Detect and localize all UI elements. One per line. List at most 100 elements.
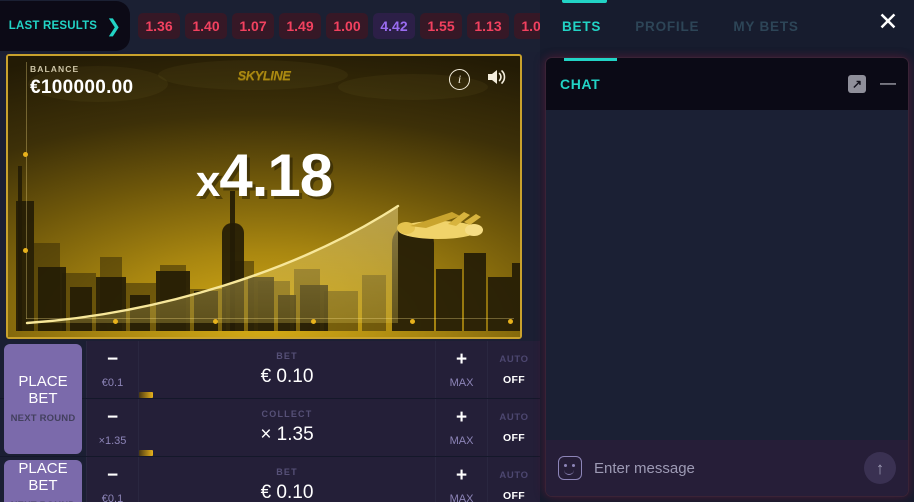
- value-caption: COLLECT: [261, 409, 313, 419]
- right-panel: BETS PROFILE MY BETS ✕ CHAT ↗ — ↑: [540, 0, 914, 502]
- last-result-chip[interactable]: 1.55: [420, 13, 462, 39]
- chat-tab-underline: [564, 58, 617, 61]
- multiplier-value: 4.18: [219, 142, 333, 209]
- decrement-button[interactable]: − €0.1: [86, 457, 138, 502]
- value-caption: BET: [276, 467, 298, 477]
- minus-icon: −: [106, 407, 119, 428]
- place-bet-line2: BET: [28, 476, 58, 494]
- balance-display: BALANCE €100000.00: [30, 64, 133, 99]
- game-column: LAST RESULTS ❯ 1.36 1.40 1.07 1.49 1.00 4.42 1…: [0, 0, 540, 502]
- balance-label: BALANCE: [30, 64, 80, 74]
- close-icon[interactable]: ✕: [870, 4, 906, 40]
- last-result-chip[interactable]: 1.07: [232, 13, 274, 39]
- chat-panel: CHAT ↗ — ↑: [546, 58, 908, 496]
- game-hud-icons: i: [449, 68, 508, 91]
- chat-header: CHAT ↗ —: [546, 58, 908, 110]
- multiplier-prefix: x: [195, 157, 221, 206]
- chat-input[interactable]: [594, 459, 852, 477]
- last-result-chip[interactable]: 1.49: [279, 13, 321, 39]
- plus-icon: +: [455, 465, 468, 486]
- last-result-chip[interactable]: 1.00: [326, 13, 368, 39]
- emoji-icon[interactable]: [558, 456, 582, 480]
- y-axis-tick-dot: [23, 248, 28, 253]
- chevron-right-icon: ❯: [106, 16, 122, 36]
- plus-icon: +: [455, 349, 468, 370]
- bet-group: − €0.1 BET € 0.10 + MAX AUTO OFF − ×1.35 COLLECT × …: [0, 341, 540, 457]
- place-bet-button[interactable]: PLACEBETNEXT ROUND: [4, 460, 82, 502]
- max-label: MAX: [449, 435, 474, 447]
- bet-panel: − €0.1 BET € 0.10 + MAX AUTO OFF − ×1.35 COLLECT × …: [0, 341, 540, 502]
- place-bet-line1: PLACE: [18, 459, 68, 477]
- airplane-icon: [397, 212, 483, 239]
- last-results-bar: LAST RESULTS ❯ 1.36 1.40 1.07 1.49 1.00 4.42 1…: [0, 0, 540, 52]
- last-result-chip[interactable]: 1.07: [514, 13, 540, 39]
- auto-toggle[interactable]: AUTO OFF: [487, 341, 540, 398]
- auto-state: OFF: [503, 373, 525, 386]
- x-axis-tick-dot: [508, 319, 513, 324]
- chat-message-list: [546, 110, 908, 440]
- x-axis-tick-dot: [113, 319, 118, 324]
- auto-state: OFF: [503, 431, 525, 444]
- max-label: MAX: [449, 493, 474, 502]
- minus-icon: −: [106, 465, 119, 486]
- game-canvas: BALANCE €100000.00 SKYLINE i x4.18: [6, 54, 522, 339]
- step-amount: €0.1: [101, 377, 124, 389]
- info-icon[interactable]: i: [449, 69, 470, 90]
- value-amount: × 1.35: [260, 424, 314, 445]
- x-axis-tick-dot: [311, 319, 316, 324]
- value-field[interactable]: COLLECT × 1.35: [138, 399, 435, 456]
- decrement-button[interactable]: − ×1.35: [86, 399, 138, 456]
- value-amount: € 0.10: [260, 482, 314, 502]
- last-result-chip[interactable]: 4.42: [373, 13, 415, 39]
- auto-label: AUTO: [499, 411, 529, 423]
- place-bet-line1: PLACE: [18, 372, 68, 390]
- bet-group: − €0.1 BET € 0.10 + MAX AUTO OFF PLACEBETNEXT RO…: [0, 457, 540, 502]
- last-results-label: LAST RESULTS: [8, 20, 98, 32]
- auto-toggle[interactable]: AUTO OFF: [487, 399, 540, 456]
- send-arrow-up-icon[interactable]: ↑: [864, 452, 896, 484]
- sound-on-icon[interactable]: [486, 68, 508, 91]
- auto-toggle[interactable]: AUTO OFF: [487, 457, 540, 502]
- value-field[interactable]: BET € 0.10: [138, 457, 435, 502]
- expand-icon[interactable]: ↗: [848, 75, 866, 93]
- increment-button[interactable]: + MAX: [435, 341, 487, 398]
- step-amount: €0.1: [101, 493, 124, 502]
- value-field[interactable]: BET € 0.10: [138, 341, 435, 398]
- auto-label: AUTO: [499, 469, 529, 481]
- chat-header-actions: ↗ —: [848, 75, 896, 93]
- decrement-button[interactable]: − €0.1: [86, 341, 138, 398]
- skyline-logo: SKYLINE: [237, 68, 291, 83]
- last-results-button[interactable]: LAST RESULTS ❯: [0, 1, 130, 51]
- x-axis-line: [26, 318, 514, 319]
- place-bet-subtitle: NEXT ROUND: [10, 413, 76, 425]
- last-result-chip[interactable]: 1.40: [185, 13, 227, 39]
- value-caption: BET: [276, 351, 298, 361]
- skyline-crash-game-screen: LAST RESULTS ❯ 1.36 1.40 1.07 1.49 1.00 4.42 1…: [0, 0, 914, 502]
- minus-icon: −: [106, 349, 119, 370]
- plus-icon: +: [455, 407, 468, 428]
- place-bet-button[interactable]: PLACEBET NEXT ROUND: [4, 344, 82, 454]
- chat-input-bar: ↑: [546, 440, 908, 496]
- last-result-chip[interactable]: 1.36: [138, 13, 180, 39]
- increment-button[interactable]: + MAX: [435, 457, 487, 502]
- step-amount: ×1.35: [98, 435, 127, 447]
- last-result-chip[interactable]: 1.13: [467, 13, 509, 39]
- tab-profile[interactable]: PROFILE: [635, 19, 699, 34]
- x-axis-tick-dot: [213, 319, 218, 324]
- chat-title: CHAT: [560, 76, 601, 92]
- auto-state: OFF: [503, 489, 525, 502]
- place-bet-line2: BET: [28, 389, 58, 407]
- minimize-icon[interactable]: —: [880, 76, 896, 92]
- increment-button[interactable]: + MAX: [435, 399, 487, 456]
- max-label: MAX: [449, 377, 474, 389]
- auto-label: AUTO: [499, 353, 529, 365]
- x-axis-tick-dot: [410, 319, 415, 324]
- tab-bets[interactable]: BETS: [562, 19, 601, 34]
- multiplier-display: x4.18: [8, 146, 520, 206]
- value-amount: € 0.10: [260, 366, 314, 387]
- tab-active-underline: [562, 0, 607, 3]
- slider-handle[interactable]: [139, 392, 153, 398]
- tab-my-bets[interactable]: MY BETS: [733, 19, 798, 34]
- slider-handle[interactable]: [139, 450, 153, 456]
- last-results-list: 1.361.401.071.491.004.421.551.131.07: [130, 13, 540, 39]
